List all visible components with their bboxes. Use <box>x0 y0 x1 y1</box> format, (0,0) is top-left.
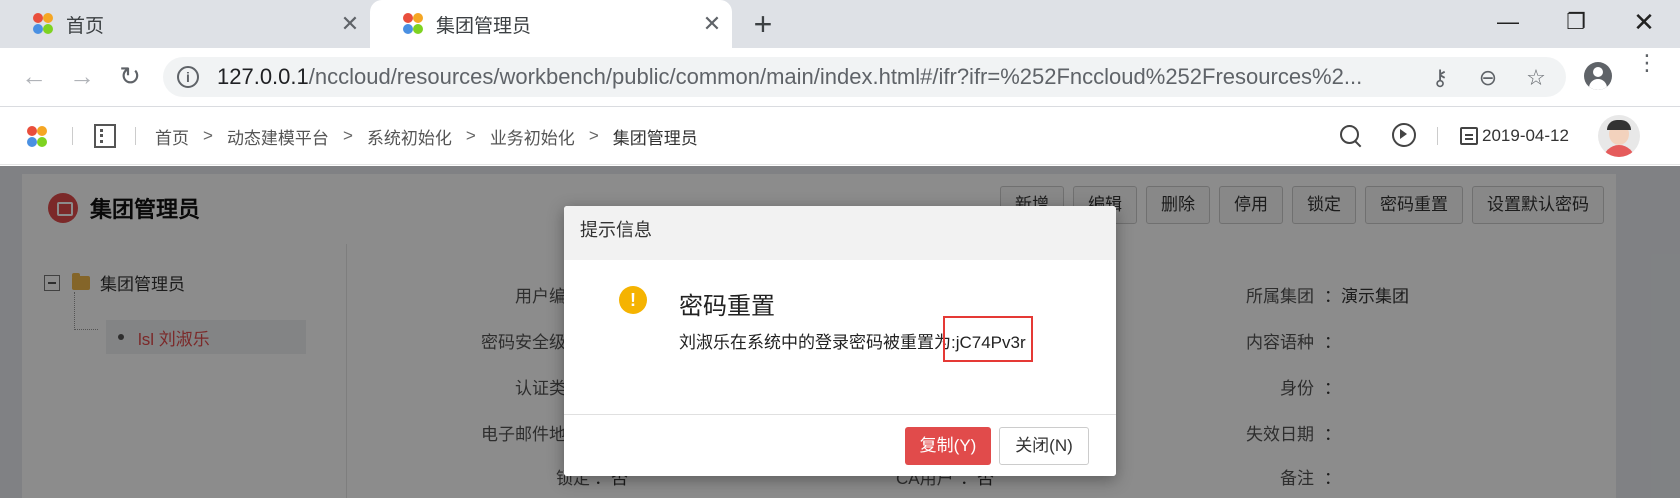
divider <box>135 127 136 145</box>
building-icon[interactable] <box>94 124 116 148</box>
browser-tab-strip: 首页 ✕ 集团管理员 ✕ + — ❐ ✕ <box>0 0 1680 48</box>
avatar[interactable] <box>1598 115 1640 157</box>
site-info-icon[interactable]: i <box>177 66 199 88</box>
profile-icon[interactable] <box>1584 62 1612 90</box>
breadcrumb-item-system-init[interactable]: 系统初始化 <box>367 124 452 149</box>
search-icon[interactable] <box>1336 121 1366 151</box>
tab-label: 首页 <box>66 15 105 37</box>
browser-menu-icon[interactable]: ⋮ <box>1636 52 1658 94</box>
forward-button[interactable]: → <box>62 56 102 96</box>
close-icon[interactable]: ✕ <box>330 11 370 37</box>
calendar-icon <box>1460 127 1478 145</box>
address-bar[interactable]: i 127.0.0.1/nccloud/resources/workbench/… <box>163 57 1566 97</box>
minimize-button[interactable]: — <box>1476 0 1540 44</box>
close-icon[interactable]: ✕ <box>692 11 732 37</box>
warning-icon: ! <box>619 286 647 314</box>
dialog-header: 提示信息 <box>564 206 1116 260</box>
chevron-right-icon: > <box>342 126 353 145</box>
breadcrumb-item-home[interactable]: 首页 <box>155 124 189 149</box>
dialog-title: 密码重置 <box>679 293 775 320</box>
close-button[interactable]: 关闭(N) <box>999 427 1089 465</box>
app-header: 首页 > 动态建模平台 > 系统初始化 > 业务初始化 > 集团管理员 2019… <box>0 107 1680 165</box>
chevron-right-icon: > <box>465 126 476 145</box>
date-text: 2019-04-12 <box>1482 126 1569 145</box>
password-highlight-box <box>943 316 1033 362</box>
browser-tab-home[interactable]: 首页 ✕ <box>0 0 370 48</box>
breadcrumb: 首页 > 动态建模平台 > 系统初始化 > 业务初始化 > 集团管理员 <box>155 107 698 165</box>
bookmark-star-icon[interactable]: ☆ <box>1523 65 1549 91</box>
tab-label: 集团管理员 <box>436 15 532 37</box>
copy-button[interactable]: 复制(Y) <box>905 427 991 465</box>
app-logo-icon <box>30 11 56 37</box>
maximize-button[interactable]: ❐ <box>1544 0 1608 44</box>
window-close-button[interactable]: ✕ <box>1612 0 1676 44</box>
browser-tab-group-admin[interactable]: 集团管理员 ✕ <box>370 0 732 48</box>
breadcrumb-item-business-init[interactable]: 业务初始化 <box>490 124 575 149</box>
divider <box>1437 127 1438 145</box>
chevron-right-icon: > <box>203 126 213 145</box>
url-text[interactable]: 127.0.0.1/nccloud/resources/workbench/pu… <box>217 64 1417 90</box>
business-date[interactable]: 2019-04-12 <box>1460 107 1569 165</box>
app-logo-icon <box>400 11 426 37</box>
zoom-icon[interactable]: ⊖ <box>1475 65 1501 91</box>
app-logo-icon[interactable] <box>24 124 50 150</box>
new-tab-button[interactable]: + <box>745 4 781 44</box>
back-button[interactable]: ← <box>14 56 54 96</box>
key-icon[interactable]: ⚷ <box>1427 65 1453 91</box>
browser-toolbar: ← → ↻ i 127.0.0.1/nccloud/resources/work… <box>0 48 1680 107</box>
password-reset-dialog: 提示信息 ! 密码重置 刘淑乐在系统中的登录密码被重置为:jC74Pv3r 复制… <box>564 206 1116 476</box>
reload-button[interactable]: ↻ <box>110 56 150 96</box>
chevron-right-icon: > <box>588 126 599 145</box>
divider <box>72 127 73 145</box>
play-icon[interactable] <box>1390 121 1420 151</box>
breadcrumb-item-modeling-platform[interactable]: 动态建模平台 <box>227 124 329 149</box>
breadcrumb-item-current: 集团管理员 <box>612 128 698 148</box>
